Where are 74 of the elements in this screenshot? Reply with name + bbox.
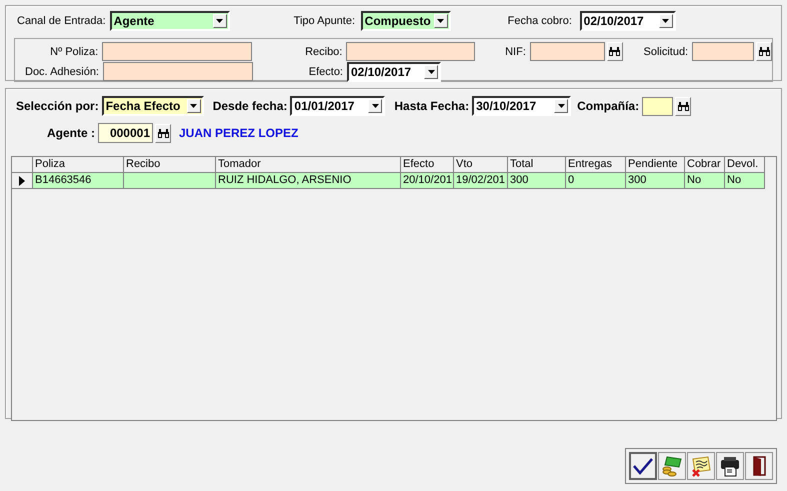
- caret-icon: [216, 19, 224, 23]
- cancel-note-button[interactable]: [687, 452, 715, 480]
- column-header[interactable]: Total: [508, 157, 566, 173]
- search-button[interactable]: [155, 124, 171, 142]
- table-cell: RUIZ HIDALGO, ARSENIO: [216, 173, 401, 189]
- input-field[interactable]: [102, 42, 252, 61]
- checkmark-icon: [632, 456, 654, 476]
- printer-icon: [719, 455, 741, 477]
- search-button[interactable]: [756, 42, 772, 61]
- caret-icon: [437, 19, 444, 23]
- accept-button[interactable]: [629, 452, 657, 480]
- column-header[interactable]: Tomador: [216, 157, 401, 173]
- field-label: NIF:: [504, 46, 527, 58]
- dropdown[interactable]: Agente: [110, 11, 230, 31]
- exit-button[interactable]: [745, 452, 773, 480]
- field-label: Canal de Entrada:: [16, 15, 106, 27]
- table-cell: 300: [626, 173, 685, 189]
- field-label: Tipo Apunte:: [294, 15, 356, 27]
- table-cell: 19/02/201: [454, 173, 508, 189]
- column-header[interactable]: Efecto: [401, 157, 454, 173]
- column-header[interactable]: Cobrar: [685, 157, 725, 173]
- print-button[interactable]: [716, 452, 744, 480]
- field-label: Doc. Adhesión:: [24, 66, 100, 78]
- dropdown[interactable]: 30/10/2017: [472, 96, 572, 116]
- field-label: Nº Poliza:: [49, 46, 100, 58]
- money-button[interactable]: [658, 452, 686, 480]
- column-header[interactable]: Pendiente: [626, 157, 685, 173]
- row-header[interactable]: [12, 173, 33, 189]
- dropdown[interactable]: 01/01/2017: [290, 96, 386, 116]
- input-field[interactable]: [346, 42, 476, 61]
- dropdown[interactable]: Fecha Efecto: [102, 96, 204, 116]
- binoculars-icon: [158, 128, 168, 138]
- caret-icon: [190, 104, 198, 108]
- dropdown[interactable]: 02/10/2017: [347, 62, 441, 82]
- dropdown[interactable]: 02/10/2017: [580, 11, 676, 31]
- field-label: Selección por:: [16, 99, 99, 113]
- caret-icon: [558, 104, 565, 108]
- input-field[interactable]: [103, 62, 253, 81]
- field-label: Efecto:: [308, 66, 344, 78]
- table-cell: No: [725, 173, 765, 189]
- field-label: Fecha cobro:: [508, 15, 573, 27]
- table-cell: 20/10/201: [401, 173, 454, 189]
- field-label: Compañía:: [577, 99, 640, 113]
- table-cell: 0: [566, 173, 626, 189]
- note-delete-icon: [690, 455, 712, 477]
- binoculars-icon: [609, 47, 620, 56]
- binoculars-icon: [678, 102, 689, 110]
- table-cell: 300: [508, 173, 566, 189]
- column-header[interactable]: Entregas: [566, 157, 626, 173]
- field-label: Desde fecha:: [212, 99, 288, 113]
- column-header[interactable]: Vto: [454, 157, 508, 173]
- field-label: Solicitud:: [642, 46, 690, 58]
- caret-icon: [662, 19, 670, 23]
- dropdown[interactable]: Compuesto: [360, 11, 451, 31]
- binoculars-icon: [758, 47, 770, 56]
- field-label: Agente :: [47, 126, 95, 140]
- caret-icon: [428, 70, 434, 74]
- table-cell: B14663546: [33, 173, 124, 189]
- table-cell: No: [685, 173, 725, 189]
- input-field[interactable]: [642, 96, 674, 116]
- money-icon: [661, 455, 683, 477]
- agent-name: JUAN PEREZ LOPEZ: [179, 126, 298, 140]
- column-header[interactable]: Poliza: [33, 157, 124, 173]
- column-header[interactable]: Recibo: [124, 157, 216, 173]
- caret-icon: [372, 104, 379, 108]
- row-pointer-icon: [19, 176, 25, 186]
- field-label: Recibo:: [304, 46, 344, 58]
- search-button[interactable]: [675, 96, 692, 116]
- input-field[interactable]: [530, 42, 605, 61]
- search-button[interactable]: [606, 42, 623, 61]
- input-field[interactable]: 000001: [98, 123, 153, 143]
- field-label: Hasta Fecha:: [394, 99, 470, 113]
- input-field[interactable]: [692, 42, 754, 61]
- column-header[interactable]: Devol.: [725, 157, 765, 173]
